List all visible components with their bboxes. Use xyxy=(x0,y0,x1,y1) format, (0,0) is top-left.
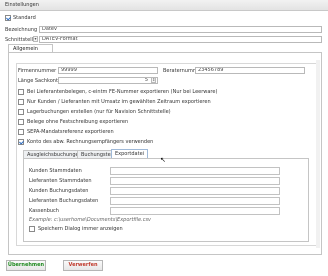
export-field-lieferanten-buchungsdaten[interactable] xyxy=(110,197,280,205)
export-label-kunden-stammdaten: Kunden Stammdaten xyxy=(29,168,82,174)
export-field-lieferanten-stammdaten[interactable] xyxy=(110,177,280,185)
standard-label: Standard xyxy=(13,15,36,21)
option-checkbox-4[interactable] xyxy=(18,129,24,135)
export-field-kunden-buchungsdaten[interactable] xyxy=(110,187,280,195)
save-dialog-label: Speichern Dialog immer anzeigen xyxy=(38,226,123,232)
sachkonto-stepper-icon[interactable]: ⇕ xyxy=(151,77,156,83)
options-scrollbar[interactable] xyxy=(316,60,320,248)
example-path-hint: Example: c:\userhome\Documents\Exportfil… xyxy=(29,217,152,223)
save-dialog-checkbox[interactable] xyxy=(29,226,35,232)
bezeichnung-label: Bezeichnung xyxy=(5,27,38,33)
mouse-cursor-icon: ↖ xyxy=(160,156,166,164)
export-field-kunden-stammdaten[interactable] xyxy=(110,167,280,175)
option-label-5: Konto des abw. Rechnungsempfängers verwe… xyxy=(27,139,154,145)
option-label-2: Lagerbuchungen erstellen (nur für Navisi… xyxy=(27,109,171,115)
window-title: Einstellungen xyxy=(5,2,39,8)
bezeichnung-field[interactable]: Datev xyxy=(39,26,322,33)
option-label-3: Belege ohne Festschreibung exportieren xyxy=(27,119,129,125)
option-checkbox-3[interactable] xyxy=(18,119,24,125)
firmennummer-label: Firmennummer xyxy=(18,68,57,74)
beraternummer-field[interactable]: 23456789 xyxy=(195,67,305,74)
export-label-lieferanten-buchungsdaten: Lieferanten Buchungsdaten xyxy=(29,198,99,204)
export-label-lieferanten-stammdaten: Lieferanten Stammdaten xyxy=(29,178,92,184)
option-checkbox-0[interactable] xyxy=(18,89,24,95)
standard-checkbox[interactable] xyxy=(5,15,11,21)
sachkonto-field[interactable]: 5 xyxy=(58,77,158,84)
ubernehmen-button[interactable]: Übernehmen xyxy=(6,260,46,271)
window-titlebar: Einstellungen xyxy=(0,0,328,11)
schnittstelle-label: Schnittstelle xyxy=(5,37,37,43)
schnittstelle-select[interactable]: DATEV-Format xyxy=(39,36,322,43)
verwerfen-button[interactable]: Verwerfen xyxy=(63,260,103,271)
option-checkbox-2[interactable] xyxy=(18,109,24,115)
option-checkbox-1[interactable] xyxy=(18,99,24,105)
option-label-4: SEPA-Mandatsreferenz exportieren xyxy=(27,129,114,135)
option-label-1: Nur Kunden / Lieferanten mit Umsatz im g… xyxy=(27,99,211,105)
sachkonto-label: Länge Sachkonto xyxy=(18,78,61,84)
export-label-kassenbuch: Kassenbuch xyxy=(29,208,59,214)
option-label-0: Bei Lieferantenbelegen, c-eintm FE-Numme… xyxy=(27,89,218,95)
export-field-kassenbuch[interactable] xyxy=(110,207,280,215)
schnittstelle-dropdown-icon[interactable]: ▾ xyxy=(33,36,38,42)
export-label-kunden-buchungsdaten: Kunden Buchungsdaten xyxy=(29,188,89,194)
firmennummer-field[interactable]: 99999 xyxy=(58,67,158,74)
option-checkbox-5[interactable] xyxy=(18,139,24,145)
